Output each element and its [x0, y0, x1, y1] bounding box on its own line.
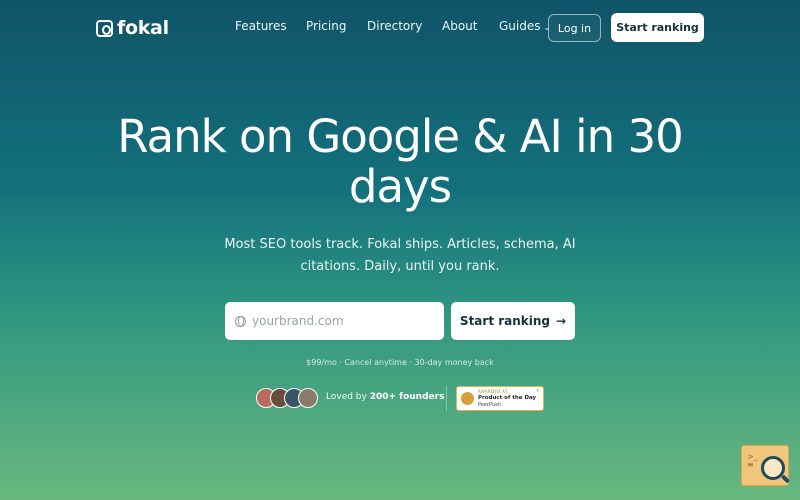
avatar — [298, 388, 318, 408]
social-proof-text: Loved by 200+ founders — [326, 392, 444, 402]
login-button[interactable]: Log in — [548, 14, 601, 42]
nav-link-pricing[interactable]: Pricing — [306, 19, 346, 33]
domain-input[interactable] — [252, 314, 432, 328]
start-ranking-nav-button[interactable]: Start ranking — [611, 13, 704, 42]
founder-avatars — [256, 388, 318, 408]
nav-link-guides[interactable]: Guides ⌄ — [499, 19, 550, 33]
search-assistant-widget[interactable]: >_ ≡ — [741, 444, 791, 488]
brand-logo[interactable]: fokal — [96, 17, 169, 39]
badge-brand: PeerPush — [478, 402, 501, 408]
loved-count: 200+ founders — [369, 392, 445, 402]
badge-text: AWARDED AT Product of the Day PeerPush — [478, 388, 536, 409]
pricing-fine-print: $99/mo · Cancel anytime · 30-day money b… — [306, 358, 494, 367]
globe-icon — [235, 315, 246, 327]
nav-link-directory[interactable]: Directory — [367, 19, 422, 33]
nav-link-guides-label: Guides — [499, 19, 541, 33]
brand-name: fokal — [117, 17, 169, 39]
top-navigation: fokal Features Pricing Directory About G… — [0, 0, 800, 56]
start-ranking-hero-button[interactable]: Start ranking → — [451, 302, 575, 340]
badge-title: Product of the Day — [478, 395, 537, 401]
domain-input-field[interactable] — [225, 302, 444, 340]
close-icon: × — [535, 388, 540, 394]
hero-title: Rank on Google & AI in 30 days — [117, 110, 683, 213]
arrow-right-icon: → — [556, 314, 567, 328]
nav-link-features[interactable]: Features — [235, 19, 287, 33]
nav-link-about[interactable]: About — [442, 19, 477, 33]
product-of-the-day-badge[interactable]: AWARDED AT Product of the Day PeerPush × — [456, 386, 544, 411]
divider — [446, 386, 447, 411]
medal-icon — [461, 392, 474, 405]
fokal-logo-icon — [96, 19, 113, 37]
badge-awarded-label: AWARDED AT — [478, 389, 508, 394]
loved-prefix: Loved by — [326, 392, 367, 402]
hero-subtitle: Most SEO tools track. Fokal ships. Artic… — [224, 237, 576, 274]
code-lines-icon: >_ ≡ — [747, 452, 758, 469]
start-ranking-hero-label: Start ranking — [459, 314, 551, 328]
